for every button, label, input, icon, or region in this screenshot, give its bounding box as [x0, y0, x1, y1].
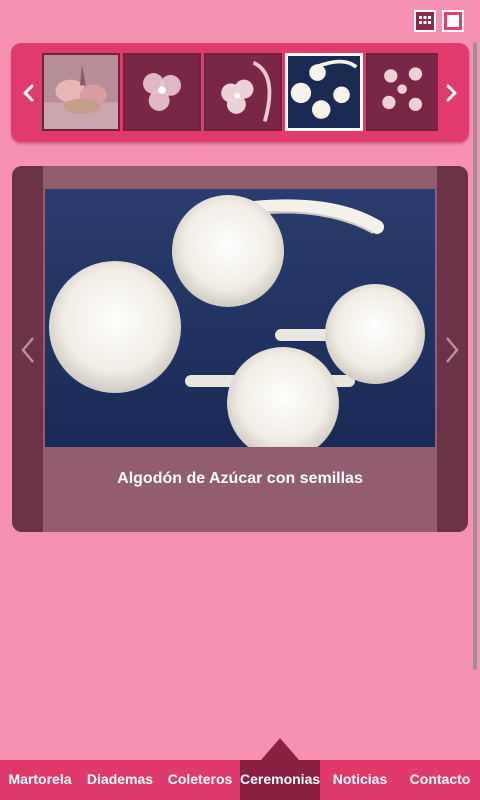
chevron-right-icon: [446, 337, 459, 363]
bottom-navigation: Martorela Diademas Coleteros Ceremonias …: [0, 760, 480, 800]
thumbnail-prev-button[interactable]: [19, 81, 39, 105]
thumbnail-list: [42, 51, 438, 133]
chevron-right-icon: [446, 84, 457, 102]
thumbnail-carousel: [11, 43, 469, 142]
viewer-prev-area[interactable]: [12, 166, 43, 532]
thumbnail-item[interactable]: [204, 53, 282, 131]
grid-icon: [419, 16, 431, 24]
thumbnail-next-button[interactable]: [441, 81, 461, 105]
chevron-left-icon: [21, 337, 34, 363]
scrollbar[interactable]: [473, 42, 477, 670]
thumbnail-item[interactable]: [42, 53, 120, 131]
square-icon: [447, 15, 459, 27]
single-view-button[interactable]: [442, 10, 464, 32]
thumbnail-item[interactable]: [366, 53, 438, 131]
thumbnail-image: [288, 56, 360, 128]
viewer-next-area[interactable]: [437, 166, 468, 532]
nav-item-diademas[interactable]: Diademas: [80, 760, 160, 800]
thumbnail-item[interactable]: [123, 53, 201, 131]
thumbnail-image: [206, 55, 280, 129]
nav-item-noticias[interactable]: Noticias: [320, 760, 400, 800]
thumbnail-image: [44, 55, 118, 129]
thumbnail-item-selected[interactable]: [285, 53, 363, 131]
thumbnail-image: [125, 55, 199, 129]
nav-item-coleteros[interactable]: Coleteros: [160, 760, 240, 800]
chevron-left-icon: [23, 84, 34, 102]
thumbnail-image: [368, 55, 438, 129]
viewer-prev-button[interactable]: [16, 332, 40, 368]
viewer-next-button[interactable]: [440, 332, 464, 368]
nav-item-contacto[interactable]: Contacto: [400, 760, 480, 800]
nav-item-ceremonias[interactable]: Ceremonias: [240, 760, 320, 800]
main-photo: [45, 189, 435, 447]
grid-view-button[interactable]: [414, 10, 436, 32]
photo-caption: Algodón de Azúcar con semillas: [117, 470, 363, 487]
photo-image: [45, 189, 435, 447]
nav-item-martorela[interactable]: Martorela: [0, 760, 80, 800]
active-tab-indicator: [261, 738, 299, 760]
image-viewer: Algodón de Azúcar con semillas: [12, 166, 468, 532]
